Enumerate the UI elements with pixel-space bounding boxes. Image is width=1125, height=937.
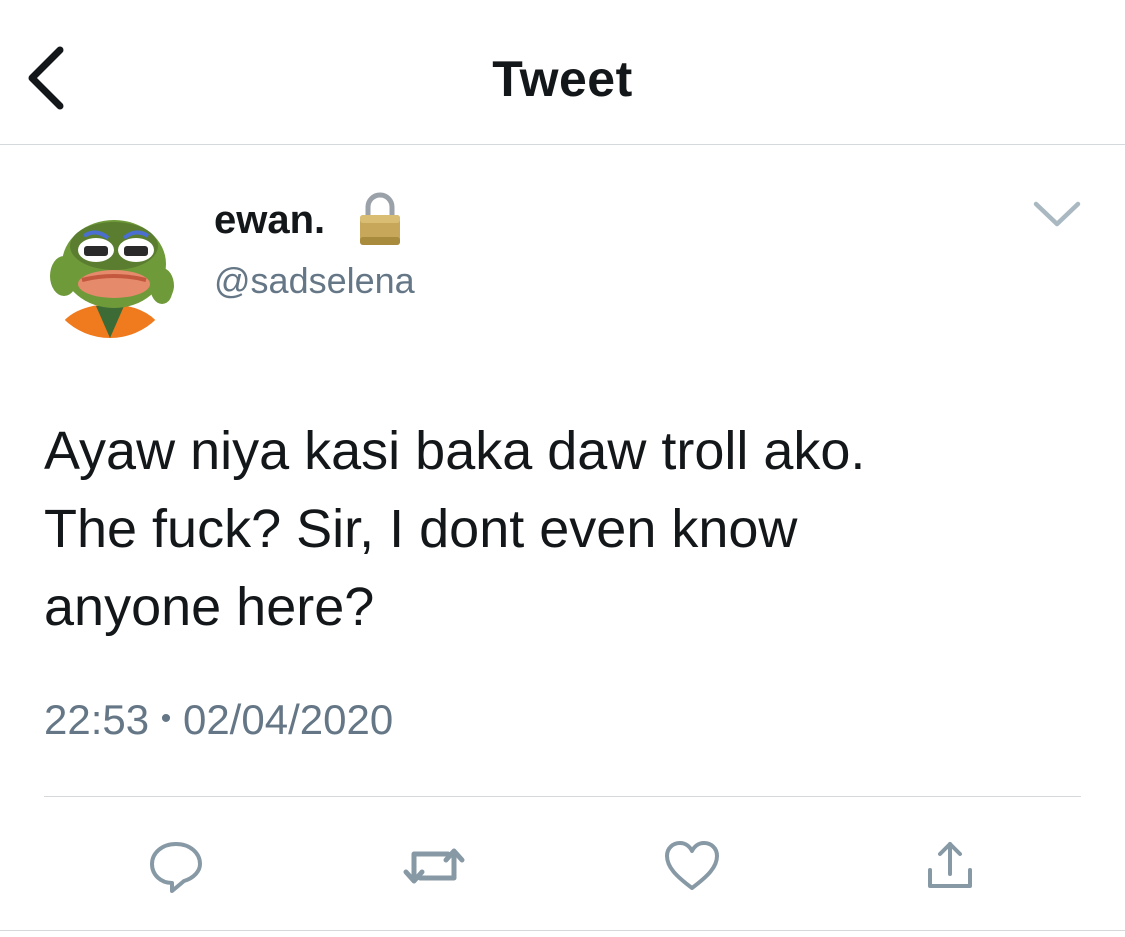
header-bar: Tweet xyxy=(0,0,1125,145)
retweet-icon xyxy=(403,848,465,884)
tweet-date: 02/04/2020 xyxy=(182,696,394,743)
author-display-name[interactable]: ewan. xyxy=(214,198,325,243)
avatar[interactable] xyxy=(44,206,176,338)
tweet-time: 22:53 xyxy=(44,696,150,743)
reply-button[interactable] xyxy=(146,836,206,896)
lock-icon xyxy=(356,190,404,248)
tweet-timestamp: 22:53 • 02/04/2020 xyxy=(44,696,393,744)
tweet-text-line: anyone here? xyxy=(44,577,375,637)
reply-icon xyxy=(150,842,202,893)
retweet-button[interactable] xyxy=(402,836,465,896)
tweet-menu-button[interactable] xyxy=(1028,194,1086,234)
divider xyxy=(44,796,1081,797)
tweet-text-line: Ayaw niya kasi baka daw troll ako. xyxy=(44,421,866,481)
avatar-image xyxy=(44,206,176,338)
share-icon xyxy=(928,842,972,888)
share-button[interactable] xyxy=(920,836,980,896)
tweet-text: Ayaw niya kasi baka daw troll ako. The f… xyxy=(44,412,1064,646)
timestamp-separator: • xyxy=(160,702,172,735)
author-handle[interactable]: @sadselena xyxy=(214,260,415,302)
tweet-text-line: The fuck? Sir, I dont even know xyxy=(44,499,798,559)
chevron-down-icon xyxy=(1033,201,1081,227)
like-button[interactable] xyxy=(662,836,722,896)
page-title: Tweet xyxy=(492,51,633,107)
bottom-divider xyxy=(0,930,1125,931)
heart-icon xyxy=(665,841,719,890)
